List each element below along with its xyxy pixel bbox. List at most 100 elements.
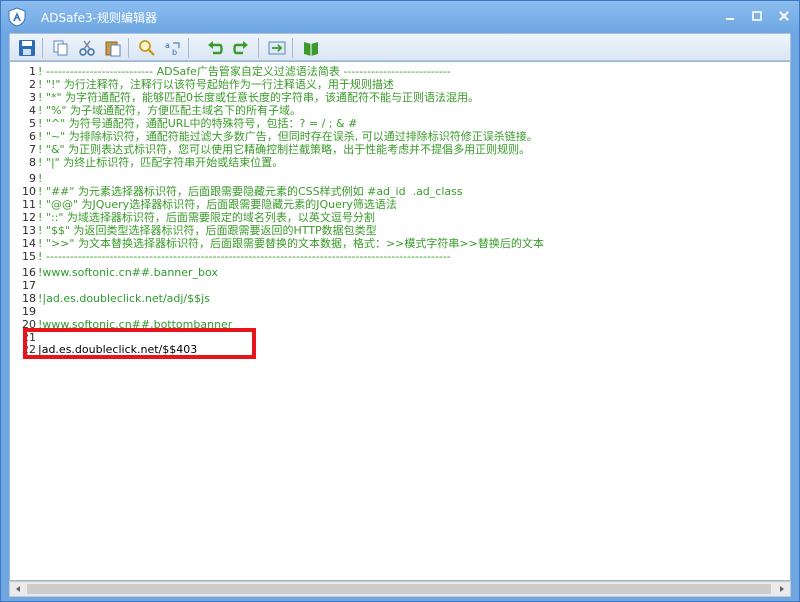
goto-button[interactable] [266,37,288,59]
replace-button[interactable]: ab [162,37,184,59]
code-line[interactable]: 14! ">>" 为文本替换选择器标识符，后面跟需要替换的文本数据，格式：>>模… [10,237,790,250]
line-number: 17 [22,279,36,292]
line-number: 2 [29,78,36,91]
line-number: 9 [29,172,36,185]
title-bar[interactable]: ADSafe3-规则编辑器 [1,1,799,32]
close-button[interactable] [773,6,795,26]
line-text: !www.softonic.cn##.banner_box [38,266,218,279]
code-line[interactable]: 19 [10,305,790,318]
line-text: ! --------------------------- ADSafe广告管家… [38,65,451,78]
chevron-right-icon [780,586,784,592]
redo-button[interactable] [230,37,252,59]
line-text: ! "~" 为排除标识符，通配符能过滤大多数广告，但同时存在误杀, 可以通过排除… [38,130,538,143]
code-line[interactable]: 13! "$$" 为返回类型选择器标识符，后面跟需要返回的HTTP数据包类型 [10,224,790,237]
highlight-annotation-box [23,328,256,359]
code-line[interactable]: 17 [10,279,790,292]
line-text: ! "^" 为符号通配符，通配URL中的特殊符号，包括：? = / ; & # [38,117,358,130]
line-number: 5 [29,117,36,130]
line-text: ! "##" 为元素选择器标识符，后面跟需要隐藏元素的CSS样式例如 #ad_i… [38,185,463,198]
code-line[interactable]: 10! "##" 为元素选择器标识符，后面跟需要隐藏元素的CSS样式例如 #ad… [10,185,790,198]
line-number: 15 [22,250,36,263]
copy-button[interactable] [50,37,72,59]
app-window: ADSafe3-规则编辑器 a b 1 ! ------------------… [0,0,800,602]
line-number: 3 [29,91,36,104]
line-number: 16 [22,266,36,279]
code-line[interactable]: 16 !www.softonic.cn##.banner_box [10,266,790,279]
code-line[interactable]: 9! [10,172,790,185]
help-button[interactable] [300,37,322,59]
close-icon [779,11,789,21]
find-icon [139,40,155,56]
line-number: 7 [29,143,36,156]
toolbar-separator [258,38,259,58]
line-text: ! "$$" 为返回类型选择器标识符，后面跟需要返回的HTTP数据包类型 [38,224,377,237]
line-text: !|ad.es.doubleclick.net/adj/$$js [38,292,210,305]
line-number: 18 [22,292,36,305]
scroll-left-button[interactable] [10,582,26,596]
toolbar-separator [188,38,189,58]
code-area[interactable]: 1! --------------------------- ADSafe广告管… [10,62,790,580]
paste-button[interactable] [102,37,124,59]
minimize-icon [726,18,734,20]
code-line[interactable]: 4! "%" 为子域通配符，方便匹配主域名下的所有子域。 [10,104,790,117]
save-icon [19,40,35,56]
code-line[interactable]: 8! "|" 为终止标识符，匹配字符串开始或结束位置。 [10,156,790,169]
code-line[interactable]: 11! "@@" 为JQuery选择器标识符，后面跟需要隐藏元素的JQuery筛… [10,198,790,211]
line-number: 8 [29,156,36,169]
scrollbar-thumb[interactable] [27,584,771,594]
line-text: ! "::" 为域选择器标识符，后面需要限定的域名列表，以英文逗号分割 [38,211,375,224]
save-button[interactable] [16,37,38,59]
code-line[interactable]: 1! --------------------------- ADSafe广告管… [10,65,790,78]
line-number: 12 [22,211,36,224]
svg-text:a: a [165,41,170,50]
line-number: 6 [29,130,36,143]
maximize-icon [752,11,762,21]
code-line[interactable]: 7! "&" 为正则表达式标识符，您可以使用它精确控制拦截策略，出于性能考虑并不… [10,143,790,156]
toolbar: ab [9,33,791,61]
window-title: ADSafe3-规则编辑器 [41,11,157,25]
line-number: 10 [22,185,36,198]
line-text: ! --------------------------------------… [38,250,451,263]
toolbar-separator [42,38,43,58]
minimize-button[interactable] [719,6,741,26]
rule-editor[interactable]: 1! --------------------------- ADSafe广告管… [9,61,791,581]
line-text: ! "!" 为行注释符，注释行以该符号起始作为一行注释语义，用于规则描述 [38,78,394,91]
book-icon [304,42,318,56]
chevron-left-icon [16,586,20,592]
scroll-right-button[interactable] [774,582,790,596]
line-text: ! ">>" 为文本替换选择器标识符，后面跟需要替换的文本数据，格式：>>模式字… [38,237,544,250]
line-text: ! [38,172,43,185]
redo-icon [233,41,248,55]
code-line[interactable]: 2! "!" 为行注释符，注释行以该符号起始作为一行注释语义，用于规则描述 [10,78,790,91]
maximize-button[interactable] [746,6,768,26]
line-number: 1 [29,65,36,78]
adsafe-logo-icon [8,7,26,27]
code-line[interactable]: 6! "~" 为排除标识符，通配符能过滤大多数广告，但同时存在误杀, 可以通过排… [10,130,790,143]
line-number: 14 [22,237,36,250]
replace-icon: ab [165,41,180,57]
line-number: 19 [22,305,36,318]
horizontal-scrollbar[interactable] [9,581,791,597]
line-text: ! "|" 为终止标识符，匹配字符串开始或结束位置。 [38,156,284,169]
undo-button[interactable] [204,37,226,59]
code-line[interactable]: 5! "^" 为符号通配符，通配URL中的特殊符号，包括：? = / ; & # [10,117,790,130]
line-text: ! "&" 为正则表达式标识符，您可以使用它精确控制拦截策略，出于性能考虑并不提… [38,143,531,156]
line-text: ! "@@" 为JQuery选择器标识符，后面跟需要隐藏元素的JQuery筛选语… [38,198,397,211]
toolbar-separator [292,38,293,58]
goto-icon [268,41,286,55]
code-line[interactable]: 15! ------------------------------------… [10,250,790,263]
find-button[interactable] [136,37,158,59]
line-text: ! "*" 为字符通配符，能够匹配0长度或任意长度的字符串，该通配符不能与正则语… [38,91,480,104]
undo-icon [208,41,223,55]
cut-icon [79,40,95,56]
code-line[interactable]: 12! "::" 为域选择器标识符，后面需要限定的域名列表，以英文逗号分割 [10,211,790,224]
toolbar-separator [128,38,129,58]
code-line[interactable]: 3! "*" 为字符通配符，能够匹配0长度或任意长度的字符串，该通配符不能与正则… [10,91,790,104]
line-number: 4 [29,104,36,117]
cut-button[interactable] [76,37,98,59]
paste-icon [105,41,121,57]
svg-text:b: b [172,48,177,57]
line-number: 13 [22,224,36,237]
line-text: ! "%" 为子域通配符，方便匹配主域名下的所有子域。 [38,104,301,117]
code-line[interactable]: 18 !|ad.es.doubleclick.net/adj/$$js [10,292,790,305]
